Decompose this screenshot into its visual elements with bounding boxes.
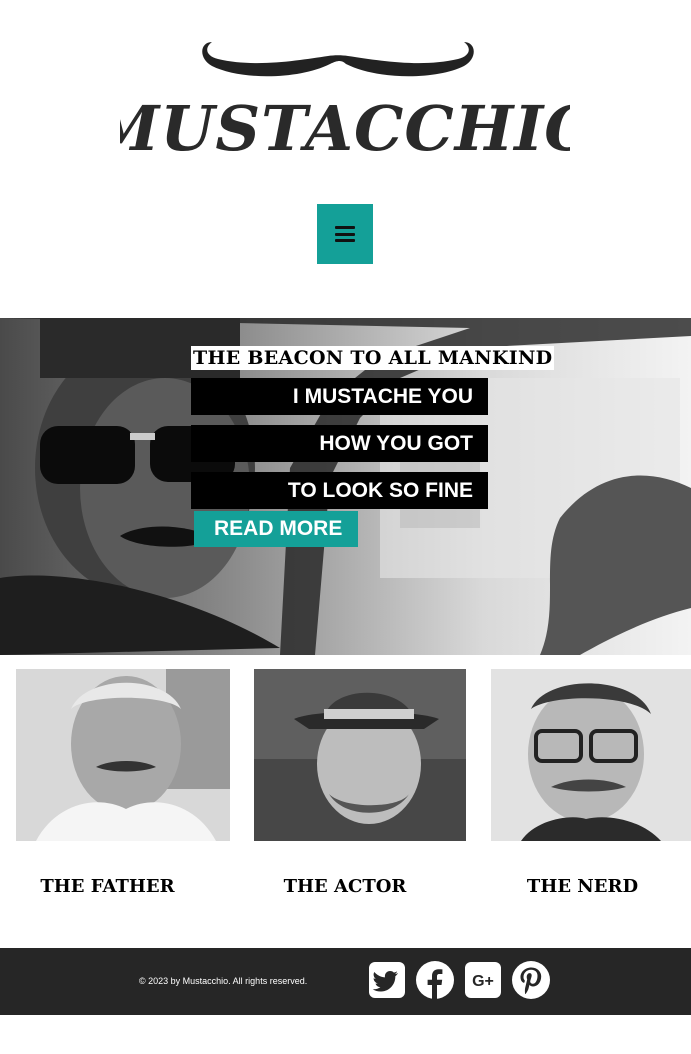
facebook-icon: [416, 961, 454, 999]
twitter-link[interactable]: [367, 960, 407, 1000]
card-title-actor: THE ACTOR: [283, 876, 407, 897]
twitter-icon: [369, 962, 405, 998]
menu-button[interactable]: [317, 204, 373, 264]
mustache-logo-shape: [202, 42, 474, 77]
card-image-actor[interactable]: [254, 669, 466, 841]
hero-line: I MUSTACHE YOU: [191, 378, 488, 415]
google-plus-link[interactable]: G+: [463, 960, 503, 1000]
hero-tagline: THE BEACON TO ALL MANKIND: [191, 346, 555, 370]
read-more-button[interactable]: READ MORE: [194, 511, 358, 547]
card-image-father[interactable]: [16, 669, 230, 841]
hero-line: HOW YOU GOT: [191, 425, 488, 462]
brand-wordmark: MUSTACCHIO: [120, 92, 570, 165]
pinterest-icon: [512, 961, 550, 999]
card-image-nerd[interactable]: [491, 669, 691, 841]
card-title-nerd: THE NERD: [526, 876, 639, 897]
hero-line: TO LOOK SO FINE: [191, 472, 488, 509]
site-logo[interactable]: MUSTACCHIO: [120, 30, 570, 165]
facebook-link[interactable]: [415, 960, 455, 1000]
google-plus-label: G+: [472, 973, 494, 990]
hamburger-menu-icon: [335, 226, 355, 242]
site-footer: © 2023 by Mustacchio. All rights reserve…: [0, 948, 691, 1015]
copyright-text: © 2023 by Mustacchio. All rights reserve…: [139, 976, 308, 986]
card-title-father: THE FATHER: [40, 876, 175, 897]
pinterest-link[interactable]: [511, 960, 551, 1000]
google-plus-icon: G+: [465, 962, 501, 998]
